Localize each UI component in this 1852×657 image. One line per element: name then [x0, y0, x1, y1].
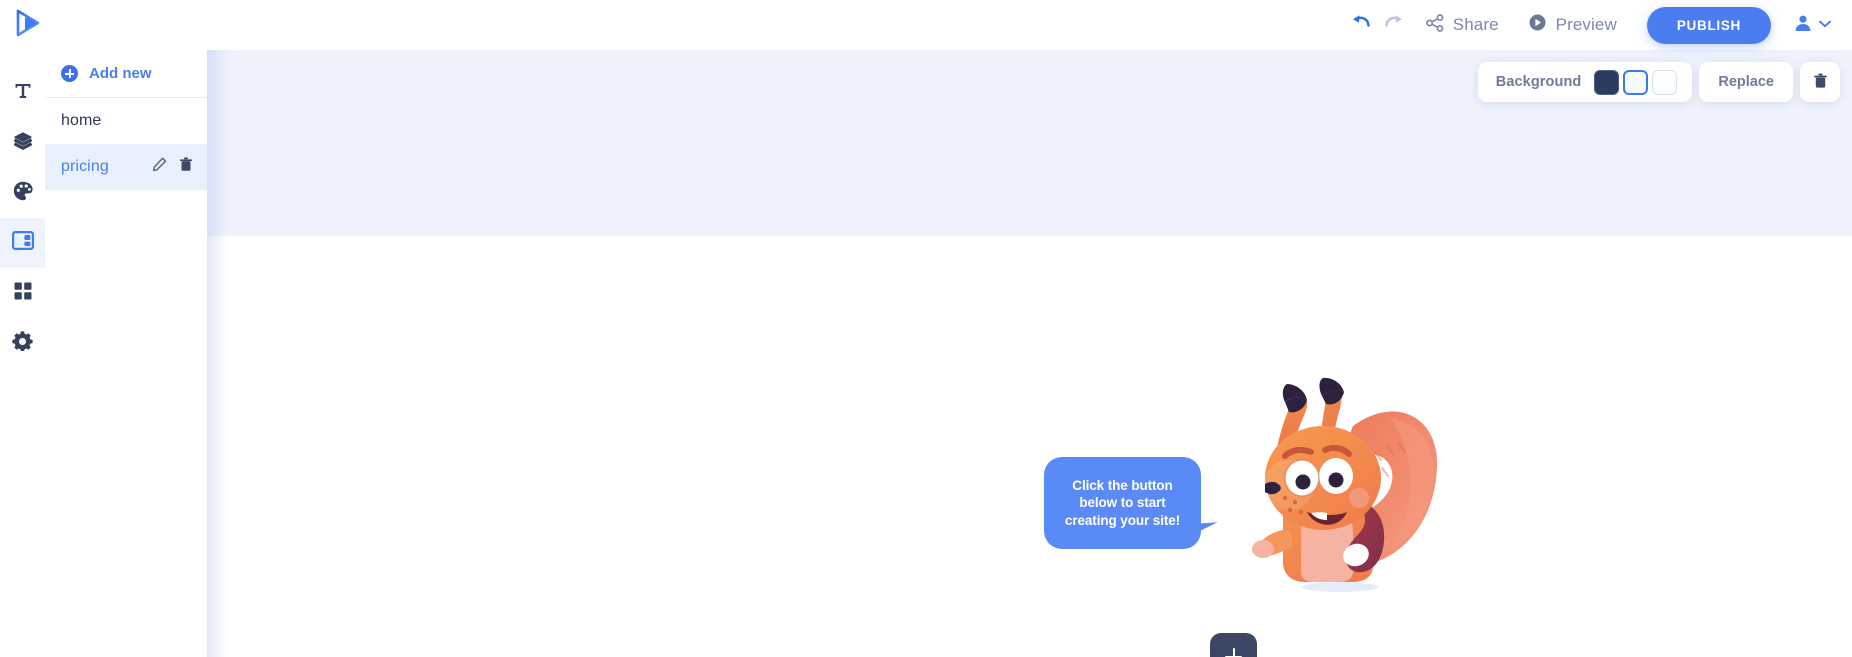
- preview-label: Preview: [1555, 15, 1617, 34]
- user-avatar-icon: [1793, 13, 1813, 38]
- redo-arrow-icon: [1384, 13, 1405, 37]
- share-icon: [1425, 13, 1444, 37]
- background-toolbar: Background Replace: [1477, 62, 1840, 102]
- add-new-page-button[interactable]: Add new: [45, 50, 207, 98]
- pages-panel: Add new home pricing: [45, 50, 207, 657]
- background-color-panel: Background: [1477, 62, 1693, 102]
- share-button[interactable]: Share: [1425, 13, 1499, 37]
- share-label: Share: [1452, 15, 1499, 34]
- pencil-icon: [152, 157, 167, 177]
- background-swatch-white[interactable]: [1652, 69, 1678, 95]
- sidebar-item-layers[interactable]: [0, 118, 45, 168]
- page-list-item-pricing[interactable]: pricing: [45, 144, 207, 190]
- add-block-button[interactable]: [1210, 633, 1257, 657]
- delete-section-button[interactable]: [1800, 62, 1840, 102]
- redo-button[interactable]: [1378, 8, 1412, 42]
- plus-circle-icon: [61, 65, 78, 82]
- background-swatches: [1594, 69, 1678, 95]
- app-logo[interactable]: [4, 0, 52, 50]
- sidebar-item-pages[interactable]: [0, 218, 45, 268]
- grid-squares-icon: [13, 281, 33, 306]
- play-circle-icon: [1529, 14, 1546, 36]
- sidebar-item-design[interactable]: [0, 168, 45, 218]
- top-toolbar-actions: Share Preview PUBLISH: [1344, 0, 1852, 50]
- page-name-label: pricing: [61, 158, 109, 175]
- background-swatch-light-selected[interactable]: [1623, 69, 1649, 95]
- gear-icon: [12, 330, 33, 356]
- preview-button[interactable]: Preview: [1529, 14, 1617, 36]
- text-t-icon: [13, 81, 33, 106]
- background-swatch-dark[interactable]: [1594, 69, 1620, 95]
- undo-button[interactable]: [1344, 8, 1378, 42]
- top-toolbar: Share Preview PUBLISH: [0, 0, 1852, 50]
- sidebar-item-text[interactable]: [0, 68, 45, 118]
- trash-icon: [179, 157, 193, 177]
- speech-bubble-tail: [1195, 522, 1219, 533]
- play-triangle-logo-icon: [15, 9, 41, 42]
- left-icon-rail: [0, 50, 45, 657]
- palette-icon: [12, 180, 34, 207]
- sidebar-item-widgets[interactable]: [0, 268, 45, 318]
- delete-page-button[interactable]: [179, 157, 193, 177]
- page-list-item-home[interactable]: home: [45, 98, 207, 144]
- speech-bubble: Click the button below to start creating…: [1044, 457, 1201, 549]
- site-canvas: Your Logo Home pricing add link Click th…: [207, 50, 1852, 657]
- trash-icon: [1813, 73, 1828, 92]
- layout-panel-icon: [11, 231, 34, 255]
- edit-page-button[interactable]: [152, 157, 167, 177]
- page-actions: [152, 157, 193, 177]
- speech-bubble-text: Click the button below to start creating…: [1064, 478, 1181, 528]
- layers-icon: [12, 130, 34, 157]
- replace-button[interactable]: Replace: [1699, 62, 1793, 102]
- squirrel-mascot-icon: [1235, 360, 1445, 600]
- publish-button[interactable]: PUBLISH: [1646, 6, 1771, 44]
- page-name-label: home: [61, 112, 102, 129]
- add-new-label: Add new: [89, 65, 152, 82]
- account-menu[interactable]: [1793, 13, 1832, 38]
- sidebar-item-settings[interactable]: [0, 318, 45, 368]
- undo-arrow-icon: [1350, 13, 1371, 37]
- background-label: Background: [1495, 74, 1582, 90]
- chevron-down-icon: [1818, 16, 1832, 34]
- empty-state-hero: Click the button below to start creating…: [207, 360, 1852, 592]
